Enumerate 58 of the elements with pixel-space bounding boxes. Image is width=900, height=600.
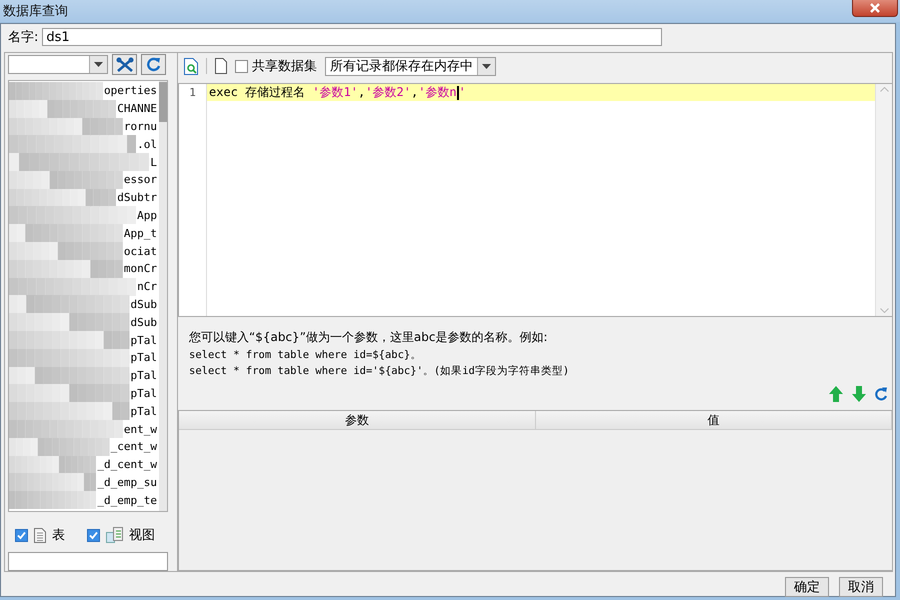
tree-item[interactable]: CHANNE <box>116 102 159 116</box>
checkbox[interactable] <box>235 60 248 72</box>
help-text: select * from table where id='${abc}'。(如果id字段为字符串类型) <box>189 364 570 378</box>
checkbox[interactable] <box>87 528 100 542</box>
field-label: 名字: <box>8 29 38 46</box>
tree-item[interactable]: _d_emp_su <box>96 476 159 489</box>
dialog-button[interactable]: 确定 <box>785 577 829 597</box>
tree-item[interactable]: L <box>149 156 159 169</box>
caret-icon <box>94 62 103 67</box>
checkbox[interactable] <box>15 528 28 542</box>
tree-item[interactable]: App_t <box>122 226 159 240</box>
tree-item[interactable]: App <box>136 208 159 222</box>
tree-item[interactable]: _d_emp_te <box>96 494 159 507</box>
text-caret <box>456 86 459 100</box>
table-icon <box>34 528 46 543</box>
storage-dropdown[interactable]: 所有记录都保存在内存中 <box>325 56 496 76</box>
name-field[interactable]: ds1 <box>42 28 662 46</box>
tree-item[interactable]: pTal <box>130 386 159 400</box>
checkbox-label: 共享数据集 <box>252 58 317 75</box>
tree-item[interactable]: nCr <box>136 280 159 294</box>
help-text: select * from table where id=${abc}。 <box>189 348 422 362</box>
refresh-button[interactable] <box>141 54 166 75</box>
tree-item[interactable]: _cent_w <box>110 440 159 454</box>
tree-item[interactable]: pTal <box>130 369 159 382</box>
dialog-button[interactable]: 取消 <box>839 577 883 597</box>
tree-item[interactable]: _d_cent_w <box>96 458 159 472</box>
filter-label: 表 <box>52 527 65 544</box>
close-icon <box>869 3 881 13</box>
tree-item[interactable]: monCr <box>122 262 159 276</box>
tree-item[interactable]: ent_w <box>122 422 159 436</box>
tools-button[interactable] <box>112 54 137 75</box>
tree-item[interactable]: pTal <box>130 334 159 347</box>
line-number: 1 <box>188 85 197 101</box>
help-text: 您可以键入“${abc}”做为一个参数，这里abc是参数的名称。例如: <box>189 329 549 346</box>
tree-item[interactable]: ociat <box>122 244 159 258</box>
tree-item[interactable]: pTal <box>130 351 159 364</box>
tools-icon <box>116 56 134 72</box>
move-up-icon[interactable] <box>829 386 843 402</box>
tree-item[interactable]: dSub <box>130 298 159 311</box>
view-icon <box>106 527 123 544</box>
scrollbar-thumb[interactable] <box>159 82 167 122</box>
column-header[interactable]: 值 <box>536 411 892 429</box>
close-button[interactable] <box>852 0 898 17</box>
filter-field[interactable] <box>8 552 168 571</box>
refresh-icon <box>146 57 160 72</box>
move-down-icon[interactable] <box>852 386 866 402</box>
tree-item[interactable]: operties <box>103 84 159 98</box>
caret-icon <box>482 64 491 68</box>
filter-label: 视图 <box>129 527 155 544</box>
tree-item[interactable]: pTal <box>130 404 159 418</box>
source-dropdown[interactable] <box>8 55 108 74</box>
tree-item[interactable]: dSubtr <box>116 191 159 204</box>
document-icon[interactable] <box>215 58 227 74</box>
tree-item[interactable]: dSub <box>130 316 159 329</box>
window-title: 数据库查询 <box>2 3 69 21</box>
column-header[interactable]: 参数 <box>179 411 536 429</box>
preview-icon[interactable] <box>184 58 198 74</box>
refresh-icon[interactable] <box>875 386 888 401</box>
